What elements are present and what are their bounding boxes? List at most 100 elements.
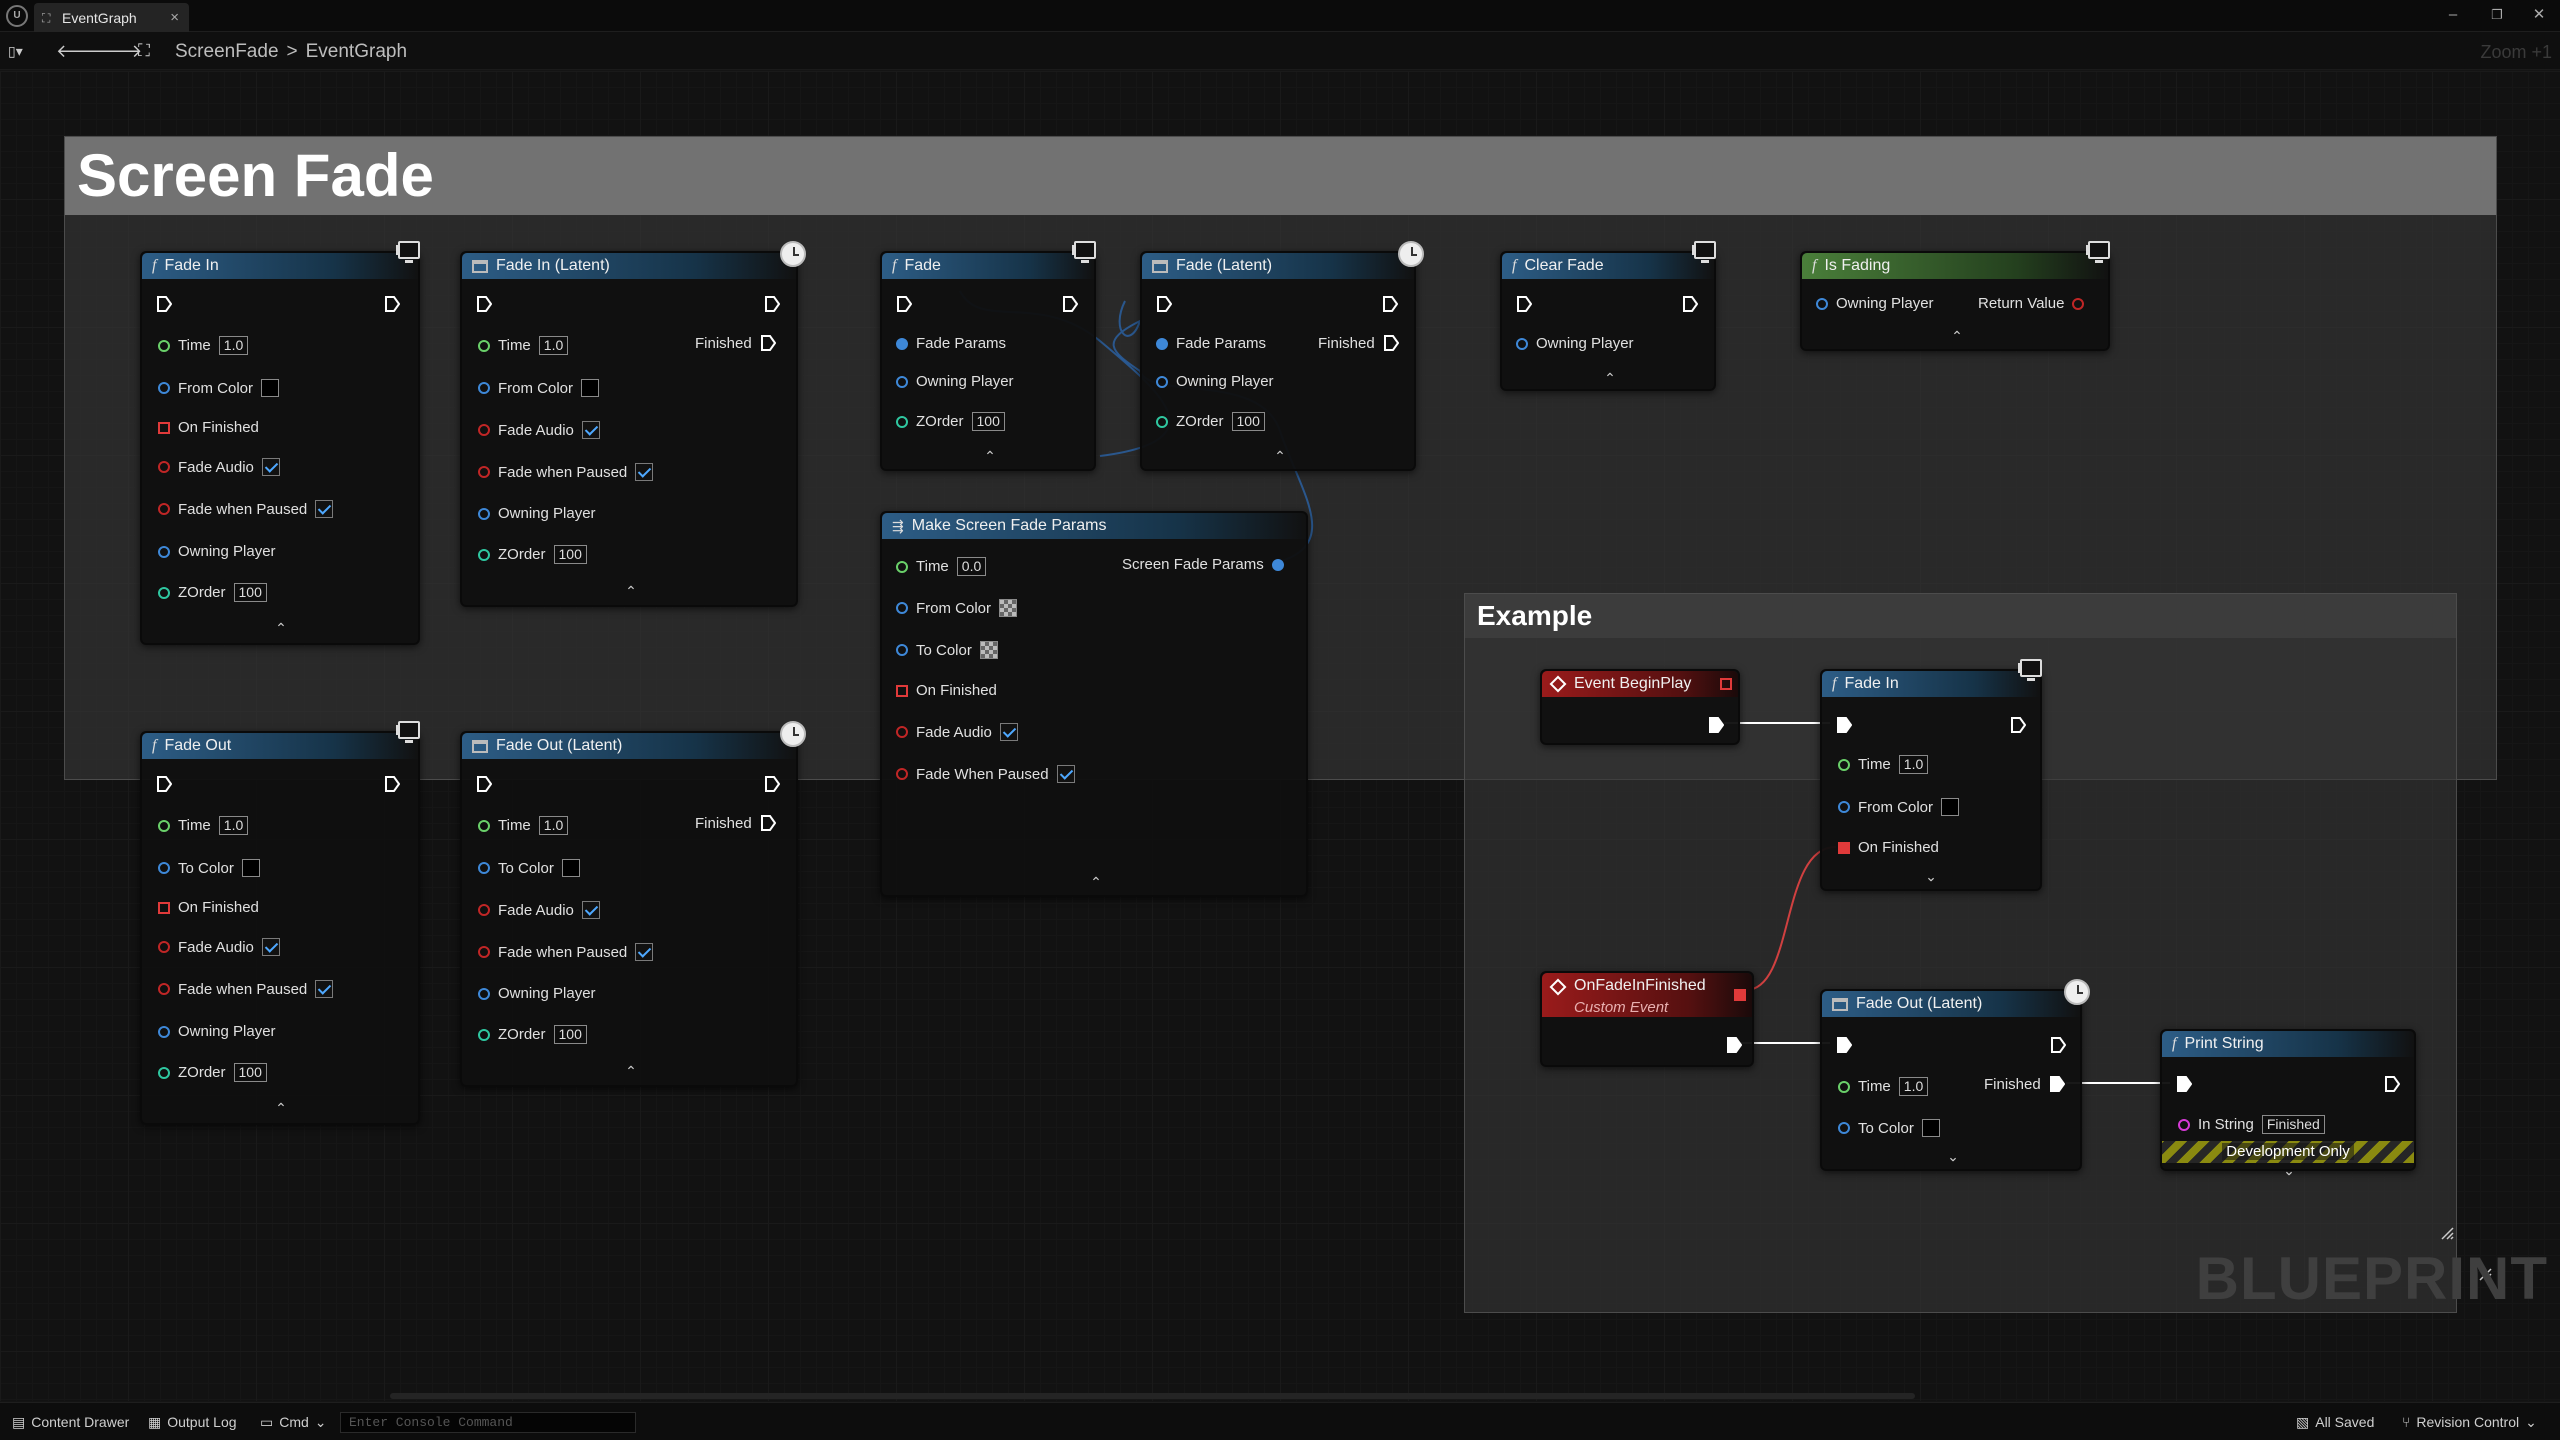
node-fade-out-latent[interactable]: Fade Out (Latent) Time 1.0 Finished To Co… (460, 721, 806, 1087)
zorder-input[interactable]: 100 (1231, 412, 1265, 431)
node-header[interactable]: Fade In (Latent) (462, 253, 796, 279)
node-fade-in[interactable]: f Fade In Time 1.0 From Color On Finished … (140, 241, 420, 645)
pin-from-color[interactable]: From Color (896, 599, 1018, 617)
exec-out-pin[interactable] (1682, 295, 1698, 313)
pin-owning-player[interactable]: Owning Player (478, 985, 596, 1002)
pin-to-color[interactable]: To Color (478, 859, 580, 877)
pin-on-finished[interactable]: On Finished (158, 899, 259, 916)
time-input[interactable]: 1.0 (218, 816, 249, 835)
delegate-pin-icon[interactable] (1720, 678, 1732, 690)
exec-out-pin[interactable] (1062, 295, 1078, 313)
zorder-input[interactable]: 100 (233, 1063, 267, 1082)
time-input[interactable]: 1.0 (1898, 755, 1929, 774)
pin-to-color[interactable]: To Color (158, 859, 260, 877)
checkbox[interactable] (261, 938, 280, 956)
node-on-fade-in-finished[interactable]: OnFadeInFinished Custom Event (1540, 971, 1754, 1067)
in-string-input[interactable]: Finished (2261, 1115, 2325, 1134)
pin-time[interactable]: Time 1.0 (478, 816, 569, 835)
pin-owning-player[interactable]: Owning Player (1816, 295, 1934, 312)
exec-in-pin[interactable] (156, 775, 172, 793)
exec-out-pin[interactable] (384, 295, 400, 313)
restore-button[interactable]: ❐ (2484, 4, 2510, 26)
pin-owning-player[interactable]: Owning Player (896, 373, 1014, 390)
content-drawer-button[interactable]: ▤ Content Drawer (12, 1411, 129, 1433)
time-input[interactable]: 1.0 (538, 336, 569, 355)
pin-owning-player[interactable]: Owning Player (158, 1023, 276, 1040)
minimize-button[interactable]: – (2440, 4, 2466, 26)
checkbox[interactable] (1056, 765, 1075, 783)
node-header[interactable]: ⇶ Make Screen Fade Params (882, 513, 1306, 539)
node-example-fade-in[interactable]: f Fade In Time 1.0 From Color On Finished … (1820, 659, 2042, 891)
graph-menu-icon[interactable]: ▯▾ (8, 43, 23, 60)
pin-to-color[interactable]: To Color (1838, 1119, 1940, 1137)
collapse-chevron-icon[interactable]: ⌃ (274, 621, 288, 635)
exec-out-pin[interactable] (2384, 1075, 2400, 1093)
pin-from-color[interactable]: From Color (158, 379, 280, 397)
collapse-chevron-icon[interactable]: ⌃ (1089, 875, 1103, 889)
pin-zorder[interactable]: ZOrder 100 (158, 583, 267, 602)
pin-return-value[interactable]: Return Value (1978, 295, 2085, 312)
exec-in-pin[interactable] (1516, 295, 1532, 313)
color-swatch[interactable] (1921, 1119, 1940, 1137)
pin-zorder[interactable]: ZOrder 100 (158, 1063, 267, 1082)
node-header[interactable]: Fade (Latent) (1142, 253, 1414, 279)
pin-time[interactable]: Time 1.0 (158, 816, 249, 835)
pin-time[interactable]: Time 1.0 (158, 336, 249, 355)
node-fade-in-latent[interactable]: Fade In (Latent) Time 1.0 Finished From C… (460, 241, 806, 607)
pin-fade-when-paused[interactable]: Fade when Paused (478, 943, 654, 961)
pin-on-finished[interactable]: On Finished (1838, 839, 1939, 856)
node-header[interactable]: f Fade Out (142, 733, 418, 759)
revision-control-button[interactable]: ⑂ Revision Control ⌄ (2402, 1411, 2537, 1433)
pin-fade-audio[interactable]: Fade Audio (158, 458, 280, 476)
checkbox[interactable] (261, 458, 280, 476)
color-swatch[interactable] (1941, 798, 1960, 816)
node-header[interactable]: Fade Out (Latent) (462, 733, 796, 759)
node-header[interactable]: f Fade In (142, 253, 418, 279)
node-header[interactable]: f Is Fading (1802, 253, 2108, 279)
console-input[interactable]: Enter Console Command (340, 1412, 636, 1433)
pin-fade-audio[interactable]: Fade Audio (896, 723, 1018, 741)
graph-canvas[interactable]: Screen Fade Example f Fade In Time 1.0 Fro… (0, 71, 2560, 1401)
time-input[interactable]: 1.0 (218, 336, 249, 355)
time-input[interactable]: 1.0 (538, 816, 569, 835)
pin-fade-when-paused[interactable]: Fade When Paused (896, 765, 1075, 783)
collapse-chevron-icon[interactable]: ⌃ (1603, 371, 1617, 385)
color-swatch[interactable] (999, 599, 1018, 617)
checkbox[interactable] (999, 723, 1018, 741)
expand-chevron-icon[interactable]: ⌃ (1924, 868, 1938, 884)
color-swatch[interactable] (561, 859, 580, 877)
pin-time[interactable]: Time 0.0 (896, 557, 987, 576)
pin-finished[interactable]: Finished (695, 334, 776, 352)
node-fade-out[interactable]: f Fade Out Time 1.0 To Color On Finished F… (140, 721, 420, 1125)
exec-in-pin[interactable] (476, 775, 492, 793)
exec-out-pin[interactable] (1708, 716, 1724, 734)
checkbox[interactable] (315, 980, 334, 998)
node-header[interactable]: Event BeginPlay (1542, 671, 1738, 697)
breadcrumb-eventgraph[interactable]: EventGraph (306, 41, 407, 63)
all-saved-button[interactable]: ▧ All Saved (2296, 1411, 2374, 1433)
node-make-screen-fade-params[interactable]: ⇶ Make Screen Fade Params Time 0.0 Screen … (880, 511, 1308, 897)
zorder-input[interactable]: 100 (553, 1025, 587, 1044)
zorder-input[interactable]: 100 (233, 583, 267, 602)
zorder-input[interactable]: 100 (553, 545, 587, 564)
pin-to-color[interactable]: To Color (896, 641, 998, 659)
node-header[interactable]: OnFadeInFinished Custom Event (1542, 973, 1752, 1017)
exec-out-pin[interactable] (2050, 1036, 2066, 1054)
pin-finished[interactable]: Finished (695, 814, 776, 832)
zorder-input[interactable]: 100 (971, 412, 1005, 431)
checkbox[interactable] (581, 901, 600, 919)
node-fade[interactable]: f Fade Fade Params Owning Player ZOrder 10… (880, 241, 1096, 471)
exec-in-pin[interactable] (1836, 1036, 1852, 1054)
node-example-fade-out-latent[interactable]: Fade Out (Latent) Time 1.0 Finished To Co… (1820, 979, 2090, 1171)
collapse-chevron-icon[interactable]: ⌃ (624, 1064, 638, 1078)
exec-in-pin[interactable] (476, 295, 492, 313)
checkbox[interactable] (635, 943, 654, 961)
tab-eventgraph[interactable]: ⛶ EventGraph × (34, 3, 189, 32)
pin-zorder[interactable]: ZOrder 100 (478, 545, 587, 564)
color-swatch[interactable] (241, 859, 260, 877)
node-print-string[interactable]: f Print String In String Finished Developm… (2160, 1029, 2416, 1178)
pin-finished[interactable]: Finished (1318, 334, 1399, 352)
collapse-chevron-icon[interactable]: ⌃ (1950, 329, 1964, 343)
pin-fade-params[interactable]: Fade Params (896, 335, 1006, 352)
pin-on-finished[interactable]: On Finished (896, 682, 997, 699)
